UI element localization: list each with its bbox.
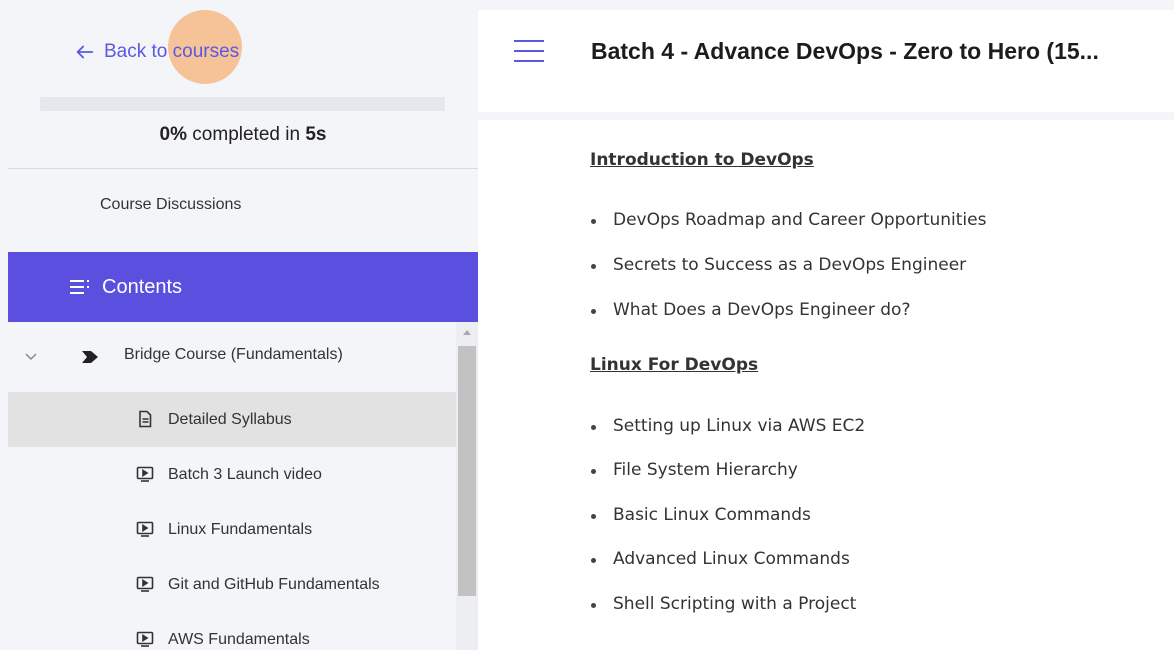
section-label: Bridge Course (Fundamentals) [124, 346, 343, 363]
scroll-thumb[interactable] [458, 346, 476, 596]
progress-bar [40, 97, 445, 111]
video-icon [136, 631, 154, 647]
lesson-item[interactable]: Git and GitHub Fundamentals [8, 557, 456, 612]
list-item: Shell Scripting with a Project [590, 594, 857, 614]
lesson-label: Linux Fundamentals [168, 521, 313, 538]
progress-text: 0% completed in 5s [8, 124, 478, 146]
lesson-item[interactable]: Linux Fundamentals [8, 502, 456, 557]
course-discussions-link[interactable]: Course Discussions [100, 196, 241, 214]
back-to-courses-link[interactable]: Back to courses [74, 32, 239, 72]
lesson-label: Detailed Syllabus [168, 411, 292, 428]
progress-percent: 0% [159, 124, 188, 145]
course-sidebar: Back to courses 0% completed in 5s Cours… [8, 8, 478, 650]
contents-list: Bridge Course (Fundamentals) Detailed Sy… [8, 322, 478, 650]
video-icon [136, 576, 154, 592]
list-item: Basic Linux Commands [591, 505, 811, 525]
document-icon [139, 410, 152, 428]
scroll-up-arrow-icon[interactable] [463, 330, 471, 335]
section-heading: Linux For DevOps [590, 355, 759, 375]
list-icon [70, 280, 89, 294]
divider [8, 168, 478, 169]
hamburger-menu-icon[interactable] [514, 40, 546, 64]
lesson-item[interactable]: Detailed Syllabus [8, 392, 456, 447]
list-item: What Does a DevOps Engineer do? [590, 300, 911, 320]
video-icon [136, 521, 154, 537]
lesson-label: Batch 3 Launch video [168, 466, 322, 483]
progress-duration: 5s [305, 124, 327, 145]
lesson-item[interactable]: AWS Fundamentals [8, 612, 456, 650]
section-bridge-course[interactable]: Bridge Course (Fundamentals) [8, 322, 456, 392]
list-item: DevOps Roadmap and Career Opportunities [590, 210, 987, 230]
list-item: Secrets to Success as a DevOps Engineer [590, 255, 967, 275]
list-item: Setting up Linux via AWS EC2 [590, 416, 866, 436]
video-icon [136, 466, 154, 482]
list-item: Advanced Linux Commands [591, 549, 850, 569]
lesson-label: Git and GitHub Fundamentals [168, 576, 380, 593]
section-heading: Introduction to DevOps [590, 150, 814, 170]
lesson-label: AWS Fundamentals [168, 631, 310, 648]
contents-label: Contents [102, 275, 183, 298]
chevron-down-icon[interactable] [24, 350, 38, 364]
course-header: Batch 4 - Advance DevOps - Zero to Hero … [478, 10, 1174, 112]
contents-header: Contents [8, 252, 478, 322]
progress-middle: completed in [187, 124, 306, 145]
lesson-item[interactable]: Batch 3 Launch video [8, 447, 456, 502]
lesson-content: Introduction to DevOps DevOps Roadmap an… [478, 120, 1174, 650]
back-label: Back to courses [104, 41, 240, 62]
sidebar-scrollbar[interactable] [456, 322, 478, 650]
arrow-left-icon [76, 45, 94, 59]
section-arrow-icon [82, 351, 98, 363]
list-item: File System Hierarchy [591, 460, 798, 480]
course-title: Batch 4 - Advance DevOps - Zero to Hero … [591, 38, 1099, 64]
